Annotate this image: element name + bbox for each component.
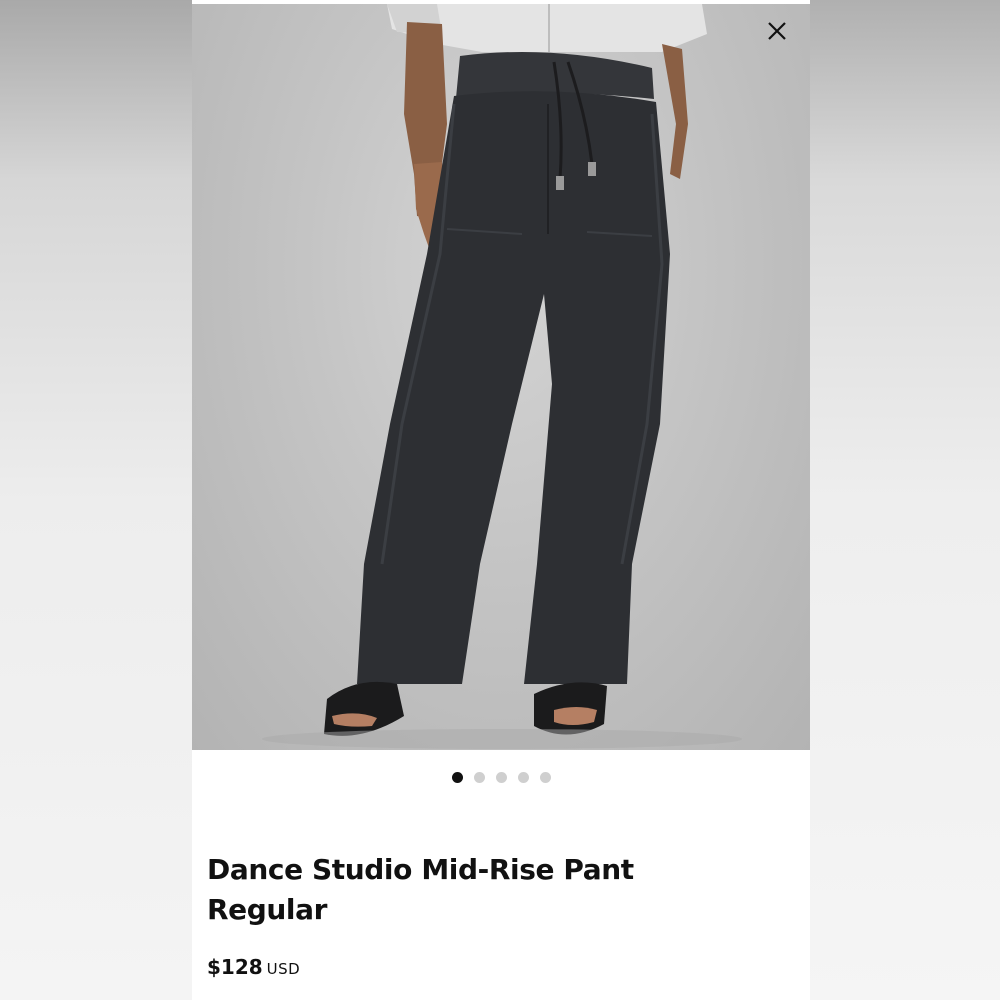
price-amount: $128 xyxy=(207,955,263,979)
product-title-line1: Dance Studio Mid-Rise Pant xyxy=(207,853,634,886)
close-button[interactable] xyxy=(766,20,794,48)
carousel-dot-1[interactable] xyxy=(451,772,463,783)
carousel-dot-3[interactable] xyxy=(495,772,507,783)
product-card: Dance Studio Mid-Rise Pant Regular $128 U… xyxy=(192,0,810,1000)
carousel-dot-4[interactable] xyxy=(517,772,529,783)
product-price: $128 USD xyxy=(207,955,300,979)
product-title: Dance Studio Mid-Rise Pant Regular xyxy=(207,850,787,930)
product-title-line2: Regular xyxy=(207,893,328,926)
carousel-dot-2[interactable] xyxy=(473,772,485,783)
carousel-dot-5[interactable] xyxy=(539,772,551,783)
backdrop-right xyxy=(810,0,1000,1000)
carousel-dots xyxy=(192,772,810,783)
backdrop-left xyxy=(0,0,192,1000)
close-icon xyxy=(768,22,786,40)
product-photo-illustration xyxy=(262,4,742,749)
price-currency: USD xyxy=(266,960,301,978)
product-image[interactable] xyxy=(192,4,810,750)
